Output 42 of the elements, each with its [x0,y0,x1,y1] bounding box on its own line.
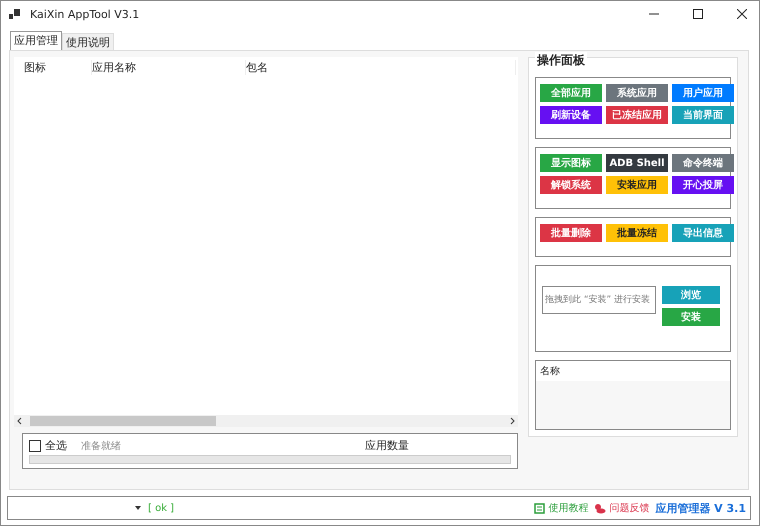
tab[interactable]: 应用管理 [10,31,62,50]
panel-title: 操作面板 [535,52,587,69]
browse-button[interactable]: 浏览 [662,286,720,304]
action-button[interactable]: 安装应用 [606,176,668,194]
window-title: KaiXin AppTool V3.1 [30,8,140,20]
book-icon [534,502,546,514]
help-link[interactable]: 问题反馈 [594,501,650,515]
maximize-icon[interactable] [693,9,703,19]
bug-icon [594,502,606,514]
result-text: [ ok ] [148,502,176,514]
caret-icon [134,505,142,511]
link-label: 使用教程 [548,502,588,515]
version-label: 应用管理器 V 3.1 [655,500,746,516]
action-button[interactable]: 导出信息 [672,224,734,242]
action-button[interactable]: 显示图标 [540,154,602,172]
apk-path-field[interactable]: 拖拽到此 “安装” 进行安装 [542,286,656,314]
action-button[interactable]: 全部应用 [540,84,602,102]
app-count-label: 应用数量 [365,438,409,453]
action-button[interactable]: 系统应用 [606,84,668,102]
install-button[interactable]: 安装 [662,308,720,326]
action-button[interactable]: ADB Shell [606,154,668,172]
link-label: 问题反馈 [609,502,650,515]
action-button[interactable]: 批量删除 [540,224,602,242]
select-all-label: 全选 [45,438,67,453]
action-button[interactable]: 当前界面 [672,106,734,124]
column-header: 图标 [24,60,92,74]
column-header: 包名 [246,60,516,74]
app-icon [9,8,20,20]
action-button[interactable]: 命令终端 [672,154,734,172]
action-button[interactable]: 用户应用 [672,84,734,102]
horizontal-scrollbar[interactable] [14,415,518,427]
close-icon[interactable] [737,9,747,19]
status-text: 准备就绪 [81,440,122,452]
action-button[interactable]: 开心投屏 [672,176,734,194]
action-button[interactable]: 批量冻结 [606,224,668,242]
tab[interactable]: 使用说明 [62,33,114,50]
help-link[interactable]: 使用教程 [534,501,588,515]
action-button[interactable]: 解锁系统 [540,176,602,194]
column-header: 应用名称 [92,60,246,74]
action-button[interactable]: 刷新设备 [540,106,602,124]
select-all-checkbox[interactable] [29,440,41,452]
action-button[interactable]: 已冻结应用 [606,106,668,124]
